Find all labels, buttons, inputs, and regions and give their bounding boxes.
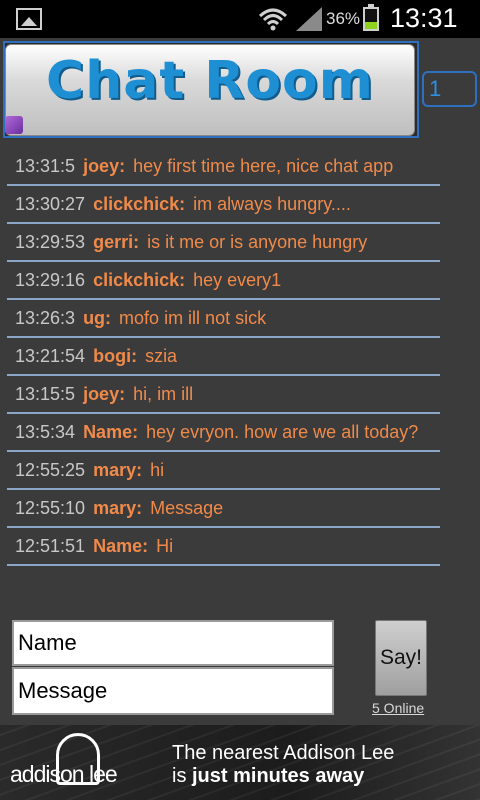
message-text: szia [145,345,178,366]
message-user: joey: [83,155,126,176]
message-text: hey evryon. how are we all today? [146,421,419,442]
say-button[interactable]: Say! [375,620,427,696]
ad-subline-prefix: is [172,765,192,787]
battery-fill [365,21,377,29]
message-row: 13:15:5 joey: hi, im ill [7,376,440,414]
message-time: 13:26:3 [15,307,76,328]
room-count-field[interactable]: 1 [422,71,477,107]
message-row: 13:29:53 gerri: is it me or is anyone hung… [7,224,440,262]
message-row: 12:51:51 Name: Hi [7,528,440,566]
message-row: 12:55:10 mary: Message [7,490,440,528]
message-time: 12:51:51 [15,535,86,556]
ad-subline: is just minutes away [172,765,364,788]
message-row: 12:55:25 mary: hi [7,452,440,490]
wifi-icon [258,8,288,31]
message-time: 13:21:54 [15,345,86,366]
message-text: hey first time here, nice chat app [133,155,394,176]
message-text: mofo im ill not sick [119,307,267,328]
message-user: mary: [93,459,143,480]
message-text: is it me or is anyone hungry [147,231,368,252]
message-user: clickchick: [93,269,186,290]
signal-icon [296,7,322,31]
message-time: 12:55:10 [15,497,86,518]
ad-headline: The nearest Addison Lee [172,742,395,764]
message-text: hi [150,459,165,480]
message-text: hey every1 [193,269,282,290]
message-time: 13:31:5 [15,155,76,176]
gallery-icon [16,8,42,30]
message-row: 13:29:16 clickchick: hey every1 [7,262,440,300]
message-list[interactable]: 13:31:5 joey: hey first time here, nice ch… [7,148,440,566]
chat-room-banner[interactable]: Chat Room [5,44,415,136]
message-time: 12:55:25 [15,459,86,480]
message-time: 13:5:34 [15,421,76,442]
battery-icon [363,4,379,31]
message-user: clickchick: [93,193,186,214]
ad-logo-text: addison lee [10,761,118,787]
ad-subline-bold: just minutes away [192,765,365,787]
message-user: bogi: [93,345,138,366]
message-row: 13:26:3 ug: mofo im ill not sick [7,300,440,338]
battery-percent: 36% [326,9,361,28]
message-text: Hi [156,535,174,556]
message-time: 13:30:27 [15,193,86,214]
message-row: 13:21:54 bogi: szia [7,338,440,376]
message-user: gerri: [93,231,140,252]
message-user: joey: [83,383,126,404]
message-time: 13:15:5 [15,383,76,404]
clock: 13:31 [390,3,458,33]
message-text: Message [150,497,224,518]
app-icon [5,116,23,134]
online-count-link[interactable]: 5 Online [372,700,424,716]
message-row: 13:31:5 joey: hey first time here, nice ch… [7,148,440,186]
message-text: im always hungry.... [193,193,351,214]
message-row: 13:5:34 Name: hey evryon. how are we all t… [7,414,440,452]
message-time: 13:29:16 [15,269,86,290]
banner-title: Chat Room [46,51,374,111]
message-user: Name: [83,421,139,442]
message-field[interactable] [12,667,334,715]
message-user: mary: [93,497,143,518]
name-field[interactable] [12,620,334,666]
message-time: 13:29:53 [15,231,86,252]
message-row: 13:30:27 clickchick: im always hungry.... [7,186,440,224]
ad-banner[interactable]: addison lee The nearest Addison Lee is j… [0,725,480,800]
message-user: ug: [83,307,112,328]
message-user: Name: [93,535,149,556]
message-text: hi, im ill [133,383,194,404]
status-bar: 36% 13:31 [0,0,480,38]
